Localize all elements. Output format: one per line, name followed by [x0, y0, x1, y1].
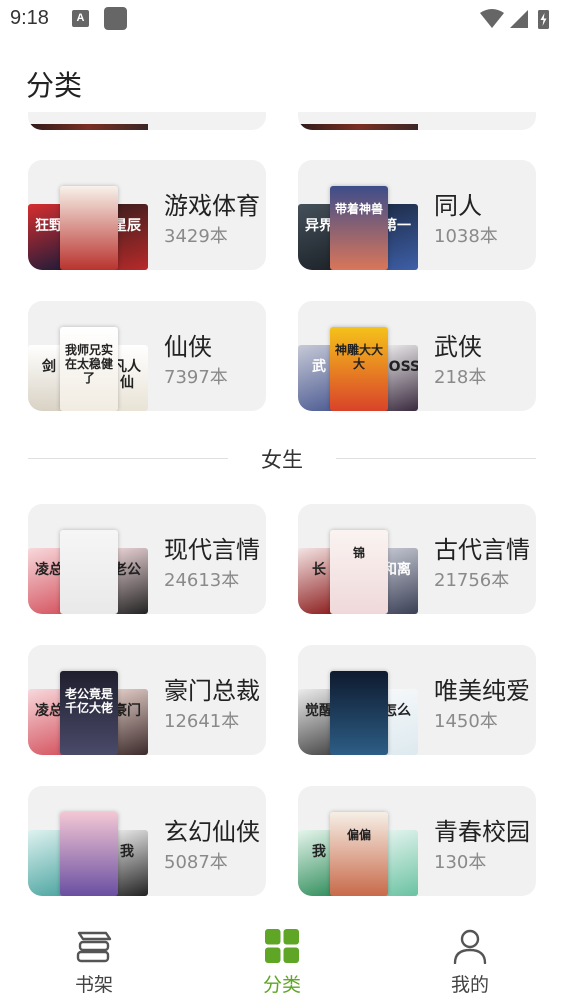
category-card-partial[interactable]: [298, 112, 536, 130]
category-book-count: 7397本: [164, 367, 228, 388]
category-book-count: 1450本: [434, 711, 498, 732]
category-book-count: 218本: [434, 367, 487, 388]
book-cover-front: 带着神兽: [330, 186, 388, 270]
category-card[interactable]: 武 BOSS 神雕大大大 武侠 218本: [298, 301, 536, 411]
book-cover-front: 老公竟是千亿大佬: [60, 671, 118, 755]
book-cover-title: 带着神兽: [334, 202, 383, 216]
category-name: 游戏体育: [164, 192, 260, 220]
bottom-tab-bar: 书架 分类 我的: [0, 902, 564, 1004]
book-cover-title: 偏偏: [346, 828, 371, 842]
category-card[interactable]: 异界 第一 带着神兽 同人 1038本: [298, 160, 536, 270]
category-name: 青春校园: [434, 818, 530, 846]
signal-icon: [510, 10, 528, 28]
category-card[interactable]: 凌总 老公 现代言情 24613本: [28, 504, 266, 614]
section-label-female: 女生: [261, 448, 303, 472]
tab-profile-label: 我的: [450, 974, 489, 996]
category-name: 武侠: [434, 333, 482, 361]
tab-bookshelf[interactable]: 书架: [34, 924, 154, 1000]
category-book-count: 12641本: [164, 711, 240, 732]
category-card[interactable]: 长和离锦古代言情 21756本: [298, 504, 536, 614]
category-name: 古代言情: [434, 536, 530, 564]
category-card[interactable]: 狂野 星辰 游戏体育 3429本: [28, 160, 266, 270]
status-time: 9:18: [10, 7, 49, 29]
book-cover-front: 锦: [330, 530, 388, 614]
book-cover-front: [60, 530, 118, 614]
book-cover-front: [60, 186, 118, 270]
bookshelf-icon: [76, 931, 112, 963]
category-name: 仙侠: [164, 333, 212, 361]
category-card[interactable]: 凌总 豪门 老公竟是千亿大佬 豪门总裁 12641本: [28, 645, 266, 755]
category-name: 同人: [434, 192, 482, 220]
divider-line: [336, 458, 536, 459]
section-divider-female: 女生: [28, 444, 536, 474]
category-card[interactable]: 觉醒 怎么 唯美纯爱 1450本: [298, 645, 536, 755]
category-book-count: 1038本: [434, 226, 498, 247]
book-cover-title: 神雕大大大: [334, 343, 383, 371]
book-cover-front: [60, 812, 118, 896]
status-system-icons: [480, 9, 549, 29]
category-card[interactable]: 剑凡人仙 我师兄实在太稳健了 仙侠 7397本: [28, 301, 266, 411]
category-grid-icon: [265, 929, 299, 963]
category-list[interactable]: 狂野 星辰 游戏体育 3429本 异界 第一 带着神兽 同人 1038本剑凡人仙 我师兄实在太稳健…: [0, 112, 564, 902]
book-cover-front: 偏偏: [330, 812, 388, 896]
book-cover-title: 老公竟是千亿大佬: [64, 687, 113, 715]
tab-bookshelf-label: 书架: [74, 974, 113, 996]
category-book-count: 24613本: [164, 570, 240, 591]
category-book-count: 5087本: [164, 852, 228, 873]
tab-category-label: 分类: [262, 974, 301, 996]
category-name: 现代言情: [164, 536, 260, 564]
category-book-count: 3429本: [164, 226, 228, 247]
category-book-count: 130本: [434, 852, 487, 873]
category-card[interactable]: 我玄幻仙侠 5087本: [28, 786, 266, 896]
page-title: 分类: [26, 69, 83, 102]
book-cover-title: 我师兄实在太稳健了: [64, 343, 113, 385]
category-card-partial[interactable]: [28, 112, 266, 130]
book-cover-front: 我师兄实在太稳健了: [60, 327, 118, 411]
category-card[interactable]: 我偏偏 青春校园 130本: [298, 786, 536, 896]
status-bar: 9:18 A: [0, 0, 564, 40]
book-cover-title: 锦: [352, 546, 365, 560]
profile-icon: [453, 929, 487, 964]
book-cover-front: [330, 671, 388, 755]
notification-a-icon: A: [72, 10, 89, 27]
wifi-icon: [480, 9, 504, 28]
category-book-count: 21756本: [434, 570, 510, 591]
tab-category[interactable]: 分类: [222, 924, 342, 1000]
category-name: 豪门总裁: [164, 677, 260, 705]
book-cover-front: 神雕大大大: [330, 327, 388, 411]
category-name: 玄幻仙侠: [164, 818, 260, 846]
tab-profile[interactable]: 我的: [410, 924, 530, 1000]
category-name: 唯美纯爱: [434, 677, 530, 705]
notification-app-icon: [104, 7, 127, 30]
